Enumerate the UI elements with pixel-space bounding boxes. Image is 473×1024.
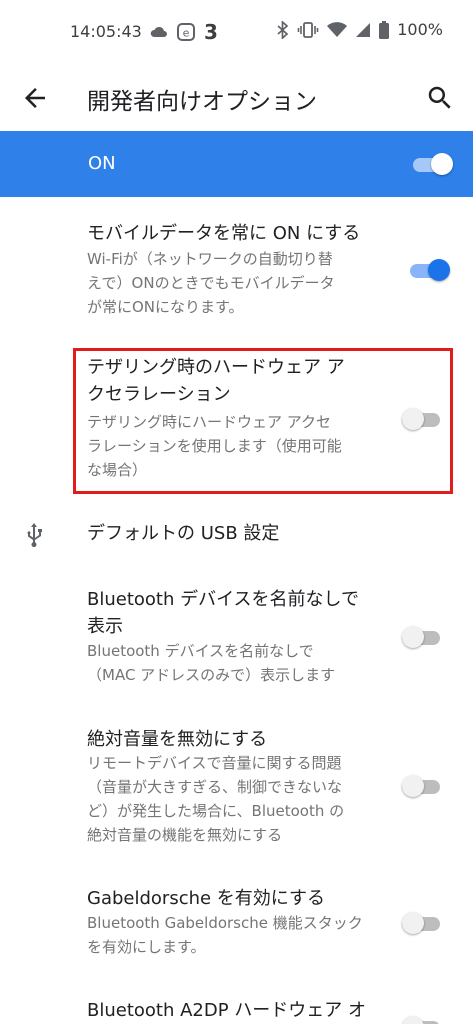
toggle-thumb [402,626,424,648]
wifi-icon [327,21,348,37]
disable-absolute-volume-toggle[interactable] [402,773,442,799]
status-time: 14:05:43 [70,22,142,41]
summary-line: 絶対音量の機能を無効にする [87,826,283,844]
setting-summary: リモートデバイスで音量に関する問題 （音量が大きすぎる、制御できないな ど）が発… [87,751,387,847]
setting-bluetooth-show-without-names[interactable]: Bluetooth デバイスを名前なしで 表示 Bluetooth デバイスを名… [0,584,473,694]
toggle-thumb [402,775,424,797]
setting-title: Bluetooth デバイスを名前なしで 表示 [87,586,387,640]
setting-title: Gabeldorsche を有効にする [87,888,325,909]
setting-summary: Bluetooth デバイスを名前なしで （MAC アドレスのみで）表示します [87,639,387,687]
setting-default-usb-config[interactable]: デフォルトの USB 設定 [0,516,473,556]
status-bar: 14:05:43 e 3 100% [0,0,473,68]
summary-line: ど）が発生した場合に、Bluetooth の [87,802,345,820]
bluetooth-show-without-names-toggle[interactable] [402,624,442,650]
notification-count: 3 [204,20,218,44]
status-left-icons: e 3 [150,20,218,44]
toggle-thumb [428,259,450,281]
setting-summary: Bluetooth Gabeldorsche 機能スタック を有効にします。 [87,911,387,959]
setting-title: モバイルデータを常に ON にする [87,223,361,244]
master-toggle[interactable] [413,151,453,177]
e-badge-icon: e [177,23,195,41]
title-line: 表示 [87,616,123,637]
setting-title: デフォルトの USB 設定 [87,523,280,544]
setting-summary: Wi-Fiが（ネットワークの自動切り替 えで）ONのときでもモバイルデータ が常… [87,247,387,319]
page-title: 開発者向けオプション [87,89,317,115]
setting-title: 絶対音量を無効にする [87,729,268,750]
svg-text:e: e [183,27,190,40]
app-bar: 開発者向けオプション [0,68,473,130]
setting-mobile-data-always-on[interactable]: モバイルデータを常に ON にする Wi-Fiが（ネットワークの自動切り替 えで… [0,215,473,325]
bluetooth-a2dp-hw-offload-toggle[interactable] [402,1014,442,1024]
summary-line: Wi-Fiが（ネットワークの自動切り替 [87,250,333,268]
summary-line: （音量が大きすぎる、制御できないな [87,778,343,796]
toggle-thumb [402,912,424,934]
arrow-back-icon[interactable] [20,83,50,113]
battery-icon [379,20,390,39]
summary-line: リモートデバイスで音量に関する問題 [87,754,342,772]
setting-title: Bluetooth A2DP ハードウェア オ [87,1000,367,1021]
setting-disable-absolute-volume[interactable]: 絶対音量を無効にする リモートデバイスで音量に関する問題 （音量が大きすぎる、制… [0,724,473,854]
highlight-box [73,348,453,494]
setting-bluetooth-a2dp-hw-offload[interactable]: Bluetooth A2DP ハードウェア オ [0,996,473,1024]
status-right-icons: 100% [277,20,443,39]
setting-enable-gabeldorsche[interactable]: Gabeldorsche を有効にする Bluetooth Gabeldorsc… [0,885,473,965]
bluetooth-icon [277,20,289,39]
master-switch-label: ON [88,153,116,174]
battery-level: 100% [397,20,443,39]
cellular-signal-icon [356,22,371,37]
summary-line: Bluetooth Gabeldorsche 機能スタック [87,914,363,932]
cloud-icon [150,26,167,37]
vibrate-icon [297,21,319,38]
summary-line: Bluetooth デバイスを名前なしで [87,642,314,660]
mobile-data-toggle[interactable] [410,257,450,283]
summary-line: えで）ONのときでもモバイルデータ [87,274,335,292]
developer-options-master-switch[interactable]: ON [0,131,473,197]
toggle-thumb [402,1016,424,1024]
title-line: Bluetooth デバイスを名前なしで [87,589,360,610]
enable-gabeldorsche-toggle[interactable] [402,910,442,936]
summary-line: （MAC アドレスのみで）表示します [87,666,336,684]
toggle-thumb [431,153,453,175]
summary-line: を有効にします。 [87,938,206,956]
summary-line: が常にONになります。 [87,298,244,316]
search-icon[interactable] [425,83,455,113]
